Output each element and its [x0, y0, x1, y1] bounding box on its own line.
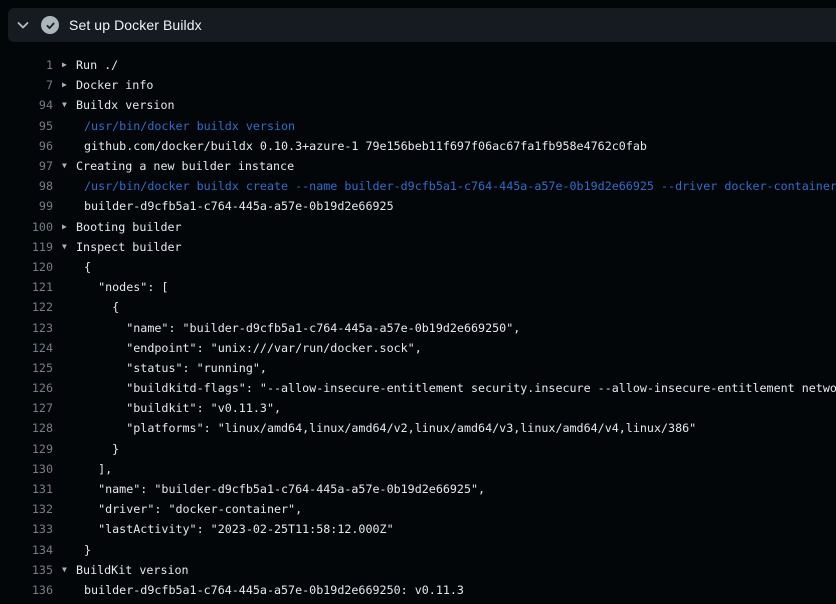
log-line: 131 "name": "builder-d9cfb5a1-c764-445a-… [0, 479, 836, 499]
line-number[interactable]: 120 [0, 260, 53, 274]
line-number[interactable]: 134 [0, 543, 53, 557]
log-text: "buildkit": "v0.11.3", [76, 401, 281, 415]
line-number[interactable]: 100 [0, 220, 53, 234]
log-line: 130 ], [0, 459, 836, 479]
log-text: "status": "running", [76, 361, 267, 375]
check-circle-icon [41, 16, 59, 34]
log-line[interactable]: 119 ▼ Inspect builder [0, 237, 836, 257]
line-number[interactable]: 131 [0, 482, 53, 496]
log-line[interactable]: 100 ▶ Booting builder [0, 217, 836, 237]
line-number[interactable]: 123 [0, 321, 53, 335]
chevron-down-icon[interactable]: ▼ [53, 566, 76, 574]
chevron-down-icon[interactable]: ▼ [53, 243, 76, 251]
log-line: 129 } [0, 439, 836, 459]
log-line: 96 github.com/docker/buildx 0.10.3+azure… [0, 136, 836, 156]
chevron-right-icon[interactable]: ▶ [53, 61, 76, 69]
log-line: 99 builder-d9cfb5a1-c764-445a-a57e-0b19d… [0, 196, 836, 216]
line-number[interactable]: 130 [0, 462, 53, 476]
log-text: "nodes": [ [76, 280, 168, 294]
log-text: BuildKit version [76, 563, 189, 577]
log-line[interactable]: 94 ▼ Buildx version [0, 95, 836, 115]
line-number[interactable]: 127 [0, 401, 53, 415]
log-text: Docker info [76, 78, 153, 92]
log-line: 124 "endpoint": "unix:///var/run/docker.… [0, 338, 836, 358]
line-number[interactable]: 136 [0, 583, 53, 597]
log-line[interactable]: 1 ▶ Run ./ [0, 55, 836, 75]
log-line[interactable]: 97 ▼ Creating a new builder instance [0, 156, 836, 176]
log-line: 122 { [0, 297, 836, 317]
line-number[interactable]: 99 [0, 199, 53, 213]
line-number[interactable]: 119 [0, 240, 53, 254]
line-number[interactable]: 129 [0, 442, 53, 456]
log-text: } [76, 442, 119, 456]
log-line[interactable]: 7 ▶ Docker info [0, 75, 836, 95]
log-text: Creating a new builder instance [76, 159, 294, 173]
log-lines: 1 ▶ Run ./ 7 ▶ Docker info 94 ▼ Buildx v… [0, 42, 836, 604]
line-number[interactable]: 126 [0, 381, 53, 395]
log-text: github.com/docker/buildx 0.10.3+azure-1 … [76, 139, 647, 153]
log-text: builder-d9cfb5a1-c764-445a-a57e-0b19d2e6… [76, 583, 464, 597]
log-text: builder-d9cfb5a1-c764-445a-a57e-0b19d2e6… [76, 199, 394, 213]
log-text: /usr/bin/docker buildx create --name bui… [76, 179, 836, 193]
chevron-down-icon[interactable]: ▼ [53, 101, 76, 109]
log-line: 136 builder-d9cfb5a1-c764-445a-a57e-0b19… [0, 580, 836, 600]
chevron-right-icon[interactable]: ▶ [53, 81, 76, 89]
step-title: Set up Docker Buildx [69, 17, 202, 33]
chevron-down-icon[interactable]: ▼ [53, 162, 76, 170]
line-number[interactable]: 95 [0, 119, 53, 133]
log-text: } [76, 543, 91, 557]
log-text: "buildkitd-flags": "--allow-insecure-ent… [76, 381, 836, 395]
log-text: Buildx version [76, 98, 175, 112]
log-line: 133 "lastActivity": "2023-02-25T11:58:12… [0, 519, 836, 539]
log-line: 121 "nodes": [ [0, 277, 836, 297]
log-text: "name": "builder-d9cfb5a1-c764-445a-a57e… [76, 482, 485, 496]
log-text: { [76, 300, 119, 314]
line-number[interactable]: 132 [0, 502, 53, 516]
chevron-down-icon[interactable] [15, 17, 31, 33]
log-line: 123 "name": "builder-d9cfb5a1-c764-445a-… [0, 317, 836, 337]
log-text: Inspect builder [76, 240, 182, 254]
log-line: 98 /usr/bin/docker buildx create --name … [0, 176, 836, 196]
log-text: "name": "builder-d9cfb5a1-c764-445a-a57e… [76, 321, 520, 335]
log-text: Run ./ [76, 58, 118, 72]
log-line[interactable]: 135 ▼ BuildKit version [0, 560, 836, 580]
line-number[interactable]: 125 [0, 361, 53, 375]
line-number[interactable]: 124 [0, 341, 53, 355]
log-text: "platforms": "linux/amd64,linux/amd64/v2… [76, 421, 696, 435]
step-header[interactable]: Set up Docker Buildx [8, 8, 836, 42]
line-number[interactable]: 135 [0, 563, 53, 577]
log-text: { [76, 260, 91, 274]
line-number[interactable]: 98 [0, 179, 53, 193]
line-number[interactable]: 1 [0, 58, 53, 72]
line-number[interactable]: 7 [0, 78, 53, 92]
log-line: 95 /usr/bin/docker buildx version [0, 116, 836, 136]
line-number[interactable]: 133 [0, 522, 53, 536]
log-line: 127 "buildkit": "v0.11.3", [0, 398, 836, 418]
line-number[interactable]: 121 [0, 280, 53, 294]
line-number[interactable]: 94 [0, 98, 53, 112]
log-line: 125 "status": "running", [0, 358, 836, 378]
line-number[interactable]: 96 [0, 139, 53, 153]
chevron-right-icon[interactable]: ▶ [53, 223, 76, 231]
log-text: "endpoint": "unix:///var/run/docker.sock… [76, 341, 422, 355]
log-text: Booting builder [76, 220, 182, 234]
line-number[interactable]: 122 [0, 300, 53, 314]
log-line: 134 } [0, 540, 836, 560]
log-text: ], [76, 462, 112, 476]
log-line: 126 "buildkitd-flags": "--allow-insecure… [0, 378, 836, 398]
log-line: 132 "driver": "docker-container", [0, 499, 836, 519]
log-text: /usr/bin/docker buildx version [76, 119, 295, 133]
log-text: "lastActivity": "2023-02-25T11:58:12.000… [76, 522, 394, 536]
log-line: 128 "platforms": "linux/amd64,linux/amd6… [0, 418, 836, 438]
line-number[interactable]: 97 [0, 159, 53, 173]
log-line: 120 { [0, 257, 836, 277]
log-text: "driver": "docker-container", [76, 502, 302, 516]
line-number[interactable]: 128 [0, 421, 53, 435]
